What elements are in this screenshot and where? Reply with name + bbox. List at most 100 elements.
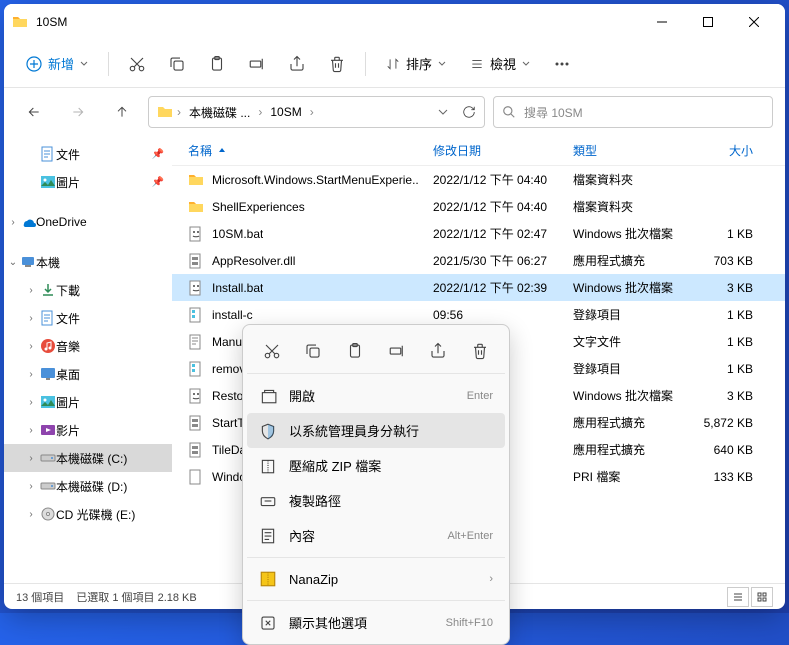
chevron-right-icon: › xyxy=(6,217,20,228)
ctx-rename-button[interactable] xyxy=(379,335,415,367)
back-button[interactable] xyxy=(16,94,52,130)
file-type: 檔案資料夾 xyxy=(573,171,693,188)
file-type: Windows 批次檔案 xyxy=(573,225,693,242)
more-icon xyxy=(259,614,277,632)
file-name: AppResolver.dll xyxy=(212,254,295,268)
ctx-more-hint: Shift+F10 xyxy=(446,617,493,629)
sidebar-label: 文件 xyxy=(56,310,80,327)
folder-icon xyxy=(12,14,28,30)
paste-button[interactable] xyxy=(199,46,235,82)
file-type: 登錄項目 xyxy=(573,306,693,323)
chevron-right-icon: › xyxy=(24,341,38,352)
chevron-right-icon: › xyxy=(489,573,493,585)
share-button[interactable] xyxy=(279,46,315,82)
breadcrumb-item[interactable]: 本機磁碟 ... xyxy=(185,102,254,123)
minimize-button[interactable] xyxy=(639,4,685,40)
ctx-more-options[interactable]: 顯示其他選項 Shift+F10 xyxy=(247,605,505,640)
toolbar: 新增 排序 檢視 xyxy=(4,40,785,88)
chevron-right-icon: › xyxy=(177,105,181,119)
sidebar-onedrive[interactable]: › OneDrive xyxy=(4,208,172,236)
file-date: 2022/1/12 下午 02:47 xyxy=(433,225,573,242)
ctx-share-button[interactable] xyxy=(420,335,456,367)
rename-button[interactable] xyxy=(239,46,275,82)
new-label: 新增 xyxy=(48,54,74,73)
ctx-item-props[interactable]: 內容 Alt+Enter xyxy=(247,518,505,553)
sidebar-item[interactable]: ›音樂 xyxy=(4,332,172,360)
ctx-delete-button[interactable] xyxy=(462,335,498,367)
file-row[interactable]: AppResolver.dll 2021/5/30 下午 06:27 應用程式擴… xyxy=(172,247,785,274)
close-button[interactable] xyxy=(731,4,777,40)
view-button[interactable]: 檢視 xyxy=(460,48,540,79)
copy-button[interactable] xyxy=(159,46,195,82)
chevron-right-icon: › xyxy=(24,313,38,324)
file-row[interactable]: Microsoft.Windows.StartMenuExperie.. 202… xyxy=(172,166,785,193)
sidebar-item[interactable]: ›本機磁碟 (D:) xyxy=(4,472,172,500)
sidebar-item[interactable]: ›CD 光碟機 (E:) xyxy=(4,500,172,528)
file-size: 5,872 KB xyxy=(693,416,753,430)
col-name[interactable]: 名稱 xyxy=(188,142,433,159)
ctx-item-shield[interactable]: 以系統管理員身分執行 xyxy=(247,413,505,448)
file-type: 文字文件 xyxy=(573,333,693,350)
ctx-nanazip[interactable]: NanaZip › xyxy=(247,562,505,596)
delete-button[interactable] xyxy=(319,46,355,82)
file-type: 應用程式擴充 xyxy=(573,414,693,431)
search-placeholder: 搜尋 10SM xyxy=(524,104,583,121)
ctx-label: 壓縮成 ZIP 檔案 xyxy=(289,456,481,475)
ctx-hint: Enter xyxy=(467,390,493,402)
ctx-item-open[interactable]: 開啟 Enter xyxy=(247,378,505,413)
up-button[interactable] xyxy=(104,94,140,130)
chevron-down-icon xyxy=(522,60,530,68)
sidebar-item[interactable]: › 文件 xyxy=(4,304,172,332)
sidebar-item[interactable]: ›下載 xyxy=(4,276,172,304)
file-name: Install.bat xyxy=(212,281,263,295)
sidebar-item[interactable]: ›圖片 xyxy=(4,388,172,416)
col-size[interactable]: 大小 xyxy=(693,142,753,159)
chevron-right-icon: › xyxy=(24,425,38,436)
ctx-item-zip[interactable]: 壓縮成 ZIP 檔案 xyxy=(247,448,505,483)
sidebar: 文件📌圖片📌›OneDrive⌄本機›下載›文件›音樂›桌面›圖片›影片›本機磁… xyxy=(4,136,172,583)
sidebar-label: 本機 xyxy=(36,254,60,271)
file-date: 2021/5/30 下午 06:27 xyxy=(433,252,573,269)
sidebar-label: CD 光碟機 (E:) xyxy=(56,506,135,523)
file-row[interactable]: Install.bat 2022/1/12 下午 02:39 Windows 批… xyxy=(172,274,785,301)
file-row[interactable]: ShellExperiences 2022/1/12 下午 04:40 檔案資料… xyxy=(172,193,785,220)
sidebar-label: 文件 xyxy=(56,146,80,163)
props-icon xyxy=(259,527,277,545)
chevron-right-icon: › xyxy=(24,369,38,380)
sidebar-quick-item[interactable]: 圖片📌 xyxy=(4,168,172,196)
ctx-nanazip-label: NanaZip xyxy=(289,572,477,587)
ctx-paste-button[interactable] xyxy=(337,335,373,367)
breadcrumb-item[interactable]: 10SM xyxy=(266,103,305,121)
file-type: 登錄項目 xyxy=(573,360,693,377)
col-type[interactable]: 類型 xyxy=(573,142,693,159)
forward-button[interactable] xyxy=(60,94,96,130)
thumbnails-view-button[interactable] xyxy=(751,587,773,607)
ctx-item-path[interactable]: 複製路徑 xyxy=(247,483,505,518)
sidebar-label: 圖片 xyxy=(56,394,80,411)
ctx-cut-button[interactable] xyxy=(254,335,290,367)
maximize-button[interactable] xyxy=(685,4,731,40)
sidebar-label: OneDrive xyxy=(36,215,87,229)
zip-icon xyxy=(259,457,277,475)
cut-button[interactable] xyxy=(119,46,155,82)
sidebar-thispc[interactable]: ⌄本機 xyxy=(4,248,172,276)
search-input[interactable]: 搜尋 10SM xyxy=(493,96,773,128)
sidebar-item[interactable]: ›本機磁碟 (C:) xyxy=(4,444,172,472)
col-date[interactable]: 修改日期 xyxy=(433,142,573,159)
ctx-copy-button[interactable] xyxy=(295,335,331,367)
chevron-down-icon[interactable] xyxy=(436,105,450,119)
more-button[interactable] xyxy=(544,46,580,82)
new-button[interactable]: 新增 xyxy=(16,48,98,79)
sort-icon xyxy=(386,57,400,71)
sort-button[interactable]: 排序 xyxy=(376,48,456,79)
sidebar-item[interactable]: ›影片 xyxy=(4,416,172,444)
details-view-button[interactable] xyxy=(727,587,749,607)
sidebar-item[interactable]: ›桌面 xyxy=(4,360,172,388)
refresh-icon[interactable] xyxy=(462,105,476,119)
file-size: 1 KB xyxy=(693,335,753,349)
breadcrumb[interactable]: › 本機磁碟 ... › 10SM › xyxy=(148,96,485,128)
ctx-label: 內容 xyxy=(289,526,435,545)
sidebar-quick-item[interactable]: 文件📌 xyxy=(4,140,172,168)
file-row[interactable]: 10SM.bat 2022/1/12 下午 02:47 Windows 批次檔案… xyxy=(172,220,785,247)
file-name: Microsoft.Windows.StartMenuExperie.. xyxy=(212,173,419,187)
